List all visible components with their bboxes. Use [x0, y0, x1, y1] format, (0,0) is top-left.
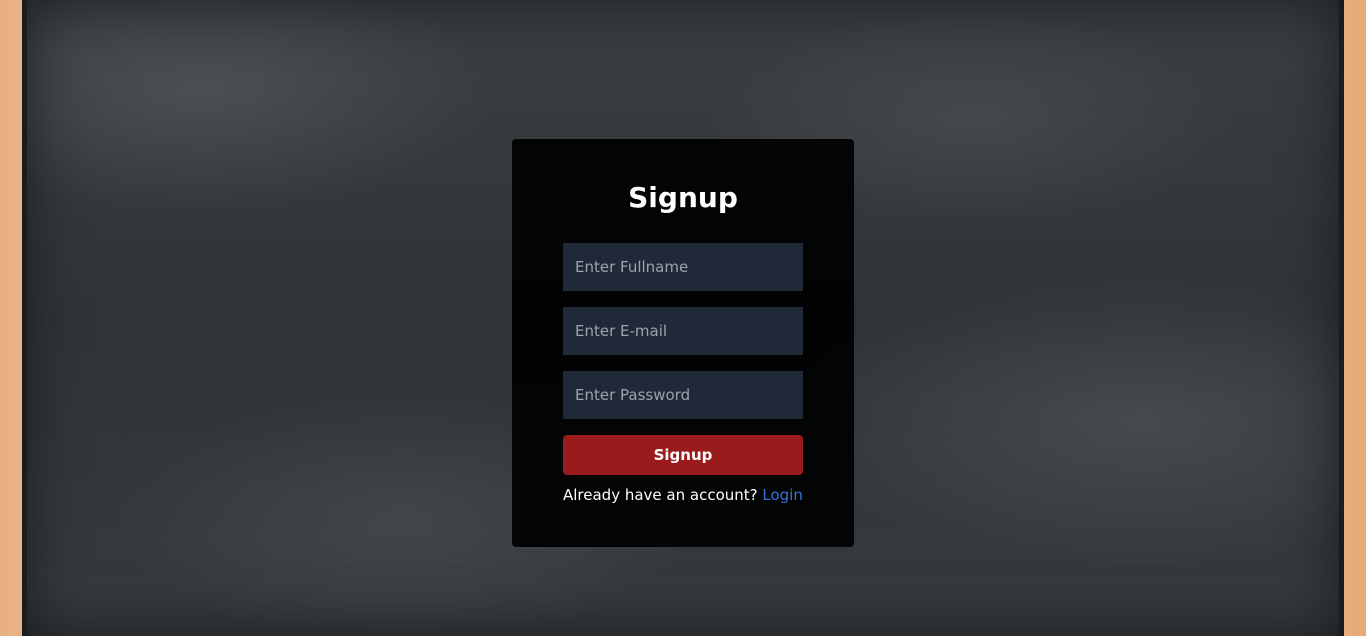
email-input[interactable] — [563, 307, 803, 355]
form-title: Signup — [628, 181, 738, 214]
page-background: Signup Signup Already have an account? L… — [0, 0, 1366, 636]
board-edge-left — [22, 0, 27, 636]
login-prompt-row: Already have an account? Login — [563, 485, 823, 505]
login-prompt-text: Already have an account? — [563, 486, 758, 504]
signup-card: Signup Signup Already have an account? L… — [512, 139, 854, 547]
board-edge-right — [1339, 0, 1344, 636]
signup-button[interactable]: Signup — [563, 435, 803, 475]
password-input[interactable] — [563, 371, 803, 419]
fullname-input[interactable] — [563, 243, 803, 291]
login-link[interactable]: Login — [762, 486, 802, 504]
